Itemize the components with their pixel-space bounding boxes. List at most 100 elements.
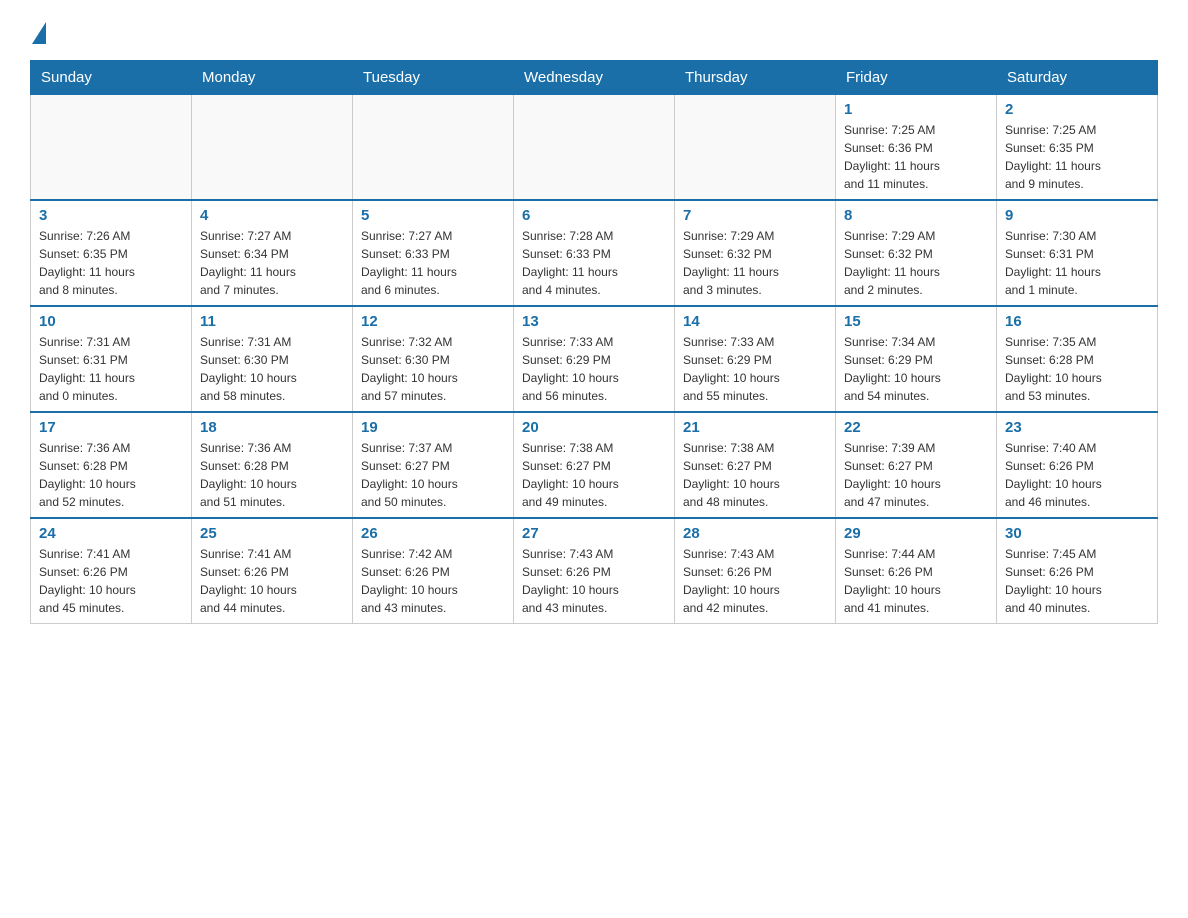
day-info: Sunrise: 7:31 AM Sunset: 6:30 PM Dayligh…: [200, 333, 344, 405]
day-number: 4: [200, 207, 344, 224]
calendar-cell: [192, 95, 353, 201]
calendar-cell: 13 Sunrise: 7:33 AM Sunset: 6:29 PM Dayli…: [514, 306, 675, 412]
day-number: 13: [522, 313, 666, 330]
calendar-cell: 7 Sunrise: 7:29 AM Sunset: 6:32 PM Daylig…: [675, 200, 836, 306]
weekday-header-sunday: Sunday: [31, 61, 192, 95]
day-info: Sunrise: 7:27 AM Sunset: 6:33 PM Dayligh…: [361, 227, 505, 299]
calendar-cell: [353, 95, 514, 201]
day-number: 8: [844, 207, 988, 224]
day-number: 9: [1005, 207, 1149, 224]
day-info: Sunrise: 7:38 AM Sunset: 6:27 PM Dayligh…: [522, 439, 666, 511]
day-number: 3: [39, 207, 183, 224]
calendar-cell: 22 Sunrise: 7:39 AM Sunset: 6:27 PM Dayli…: [836, 412, 997, 518]
day-info: Sunrise: 7:26 AM Sunset: 6:35 PM Dayligh…: [39, 227, 183, 299]
day-number: 30: [1005, 525, 1149, 542]
day-info: Sunrise: 7:27 AM Sunset: 6:34 PM Dayligh…: [200, 227, 344, 299]
day-number: 19: [361, 419, 505, 436]
page-header: [30, 20, 1158, 44]
calendar-cell: 4 Sunrise: 7:27 AM Sunset: 6:34 PM Daylig…: [192, 200, 353, 306]
day-number: 5: [361, 207, 505, 224]
calendar-cell: 23 Sunrise: 7:40 AM Sunset: 6:26 PM Dayli…: [997, 412, 1158, 518]
weekday-header-monday: Monday: [192, 61, 353, 95]
weekday-header-wednesday: Wednesday: [514, 61, 675, 95]
day-number: 1: [844, 101, 988, 118]
day-number: 2: [1005, 101, 1149, 118]
day-info: Sunrise: 7:39 AM Sunset: 6:27 PM Dayligh…: [844, 439, 988, 511]
calendar-cell: 24Sunrise: 7:41 AM Sunset: 6:26 PM Dayli…: [31, 518, 192, 624]
calendar-cell: 19 Sunrise: 7:37 AM Sunset: 6:27 PM Dayli…: [353, 412, 514, 518]
calendar-cell: [675, 95, 836, 201]
calendar-cell: 17 Sunrise: 7:36 AM Sunset: 6:28 PM Dayli…: [31, 412, 192, 518]
logo-triangle-icon: [32, 22, 46, 44]
calendar-cell: 10 Sunrise: 7:31 AM Sunset: 6:31 PM Dayli…: [31, 306, 192, 412]
calendar-cell: 14 Sunrise: 7:33 AM Sunset: 6:29 PM Dayli…: [675, 306, 836, 412]
day-info: Sunrise: 7:45 AM Sunset: 6:26 PM Dayligh…: [1005, 545, 1149, 617]
day-info: Sunrise: 7:40 AM Sunset: 6:26 PM Dayligh…: [1005, 439, 1149, 511]
day-number: 11: [200, 313, 344, 330]
day-number: 14: [683, 313, 827, 330]
day-number: 25: [200, 525, 344, 542]
day-info: Sunrise: 7:36 AM Sunset: 6:28 PM Dayligh…: [39, 439, 183, 511]
calendar-cell: 15 Sunrise: 7:34 AM Sunset: 6:29 PM Dayli…: [836, 306, 997, 412]
day-info: Sunrise: 7:30 AM Sunset: 6:31 PM Dayligh…: [1005, 227, 1149, 299]
calendar-cell: 25 Sunrise: 7:41 AM Sunset: 6:26 PM Dayli…: [192, 518, 353, 624]
day-info: Sunrise: 7:29 AM Sunset: 6:32 PM Dayligh…: [844, 227, 988, 299]
day-info: Sunrise: 7:34 AM Sunset: 6:29 PM Dayligh…: [844, 333, 988, 405]
day-number: 18: [200, 419, 344, 436]
day-info: Sunrise: 7:37 AM Sunset: 6:27 PM Dayligh…: [361, 439, 505, 511]
day-number: 16: [1005, 313, 1149, 330]
day-number: 26: [361, 525, 505, 542]
calendar-cell: 18 Sunrise: 7:36 AM Sunset: 6:28 PM Dayli…: [192, 412, 353, 518]
day-number: 6: [522, 207, 666, 224]
day-info: Sunrise: 7:29 AM Sunset: 6:32 PM Dayligh…: [683, 227, 827, 299]
day-number: 28: [683, 525, 827, 542]
calendar-week-row-1: 3 Sunrise: 7:26 AM Sunset: 6:35 PM Daylig…: [31, 200, 1158, 306]
day-info: Sunrise: 7:44 AM Sunset: 6:26 PM Dayligh…: [844, 545, 988, 617]
calendar-cell: 28Sunrise: 7:43 AM Sunset: 6:26 PM Dayli…: [675, 518, 836, 624]
day-info: Sunrise: 7:33 AM Sunset: 6:29 PM Dayligh…: [522, 333, 666, 405]
day-info: Sunrise: 7:31 AM Sunset: 6:31 PM Dayligh…: [39, 333, 183, 405]
day-number: 23: [1005, 419, 1149, 436]
day-info: Sunrise: 7:36 AM Sunset: 6:28 PM Dayligh…: [200, 439, 344, 511]
calendar-cell: 1 Sunrise: 7:25 AM Sunset: 6:36 PM Daylig…: [836, 95, 997, 201]
weekday-header-friday: Friday: [836, 61, 997, 95]
day-info: Sunrise: 7:41 AM Sunset: 6:26 PM Dayligh…: [200, 545, 344, 617]
calendar-cell: [31, 95, 192, 201]
day-info: Sunrise: 7:35 AM Sunset: 6:28 PM Dayligh…: [1005, 333, 1149, 405]
calendar-cell: 8 Sunrise: 7:29 AM Sunset: 6:32 PM Daylig…: [836, 200, 997, 306]
calendar-week-row-4: 24Sunrise: 7:41 AM Sunset: 6:26 PM Dayli…: [31, 518, 1158, 624]
calendar-cell: 2Sunrise: 7:25 AM Sunset: 6:35 PM Daylig…: [997, 95, 1158, 201]
day-number: 20: [522, 419, 666, 436]
calendar-cell: 21 Sunrise: 7:38 AM Sunset: 6:27 PM Dayli…: [675, 412, 836, 518]
day-number: 21: [683, 419, 827, 436]
day-info: Sunrise: 7:25 AM Sunset: 6:36 PM Dayligh…: [844, 121, 988, 193]
calendar-cell: 9 Sunrise: 7:30 AM Sunset: 6:31 PM Daylig…: [997, 200, 1158, 306]
day-number: 15: [844, 313, 988, 330]
day-number: 7: [683, 207, 827, 224]
weekday-header-row: SundayMondayTuesdayWednesdayThursdayFrid…: [31, 61, 1158, 95]
day-info: Sunrise: 7:41 AM Sunset: 6:26 PM Dayligh…: [39, 545, 183, 617]
day-info: Sunrise: 7:32 AM Sunset: 6:30 PM Dayligh…: [361, 333, 505, 405]
day-info: Sunrise: 7:38 AM Sunset: 6:27 PM Dayligh…: [683, 439, 827, 511]
calendar-cell: 16 Sunrise: 7:35 AM Sunset: 6:28 PM Dayli…: [997, 306, 1158, 412]
day-number: 12: [361, 313, 505, 330]
calendar-week-row-3: 17 Sunrise: 7:36 AM Sunset: 6:28 PM Dayli…: [31, 412, 1158, 518]
calendar-cell: 30 Sunrise: 7:45 AM Sunset: 6:26 PM Dayli…: [997, 518, 1158, 624]
day-info: Sunrise: 7:33 AM Sunset: 6:29 PM Dayligh…: [683, 333, 827, 405]
calendar-cell: 12 Sunrise: 7:32 AM Sunset: 6:30 PM Dayli…: [353, 306, 514, 412]
calendar-cell: [514, 95, 675, 201]
calendar-cell: 6 Sunrise: 7:28 AM Sunset: 6:33 PM Daylig…: [514, 200, 675, 306]
day-number: 29: [844, 525, 988, 542]
calendar-cell: 11 Sunrise: 7:31 AM Sunset: 6:30 PM Dayli…: [192, 306, 353, 412]
calendar-cell: 27Sunrise: 7:43 AM Sunset: 6:26 PM Dayli…: [514, 518, 675, 624]
day-number: 17: [39, 419, 183, 436]
weekday-header-thursday: Thursday: [675, 61, 836, 95]
day-info: Sunrise: 7:28 AM Sunset: 6:33 PM Dayligh…: [522, 227, 666, 299]
calendar-table: SundayMondayTuesdayWednesdayThursdayFrid…: [30, 60, 1158, 624]
calendar-cell: 26Sunrise: 7:42 AM Sunset: 6:26 PM Dayli…: [353, 518, 514, 624]
day-number: 22: [844, 419, 988, 436]
logo: [30, 20, 48, 44]
day-number: 10: [39, 313, 183, 330]
day-number: 27: [522, 525, 666, 542]
weekday-header-tuesday: Tuesday: [353, 61, 514, 95]
